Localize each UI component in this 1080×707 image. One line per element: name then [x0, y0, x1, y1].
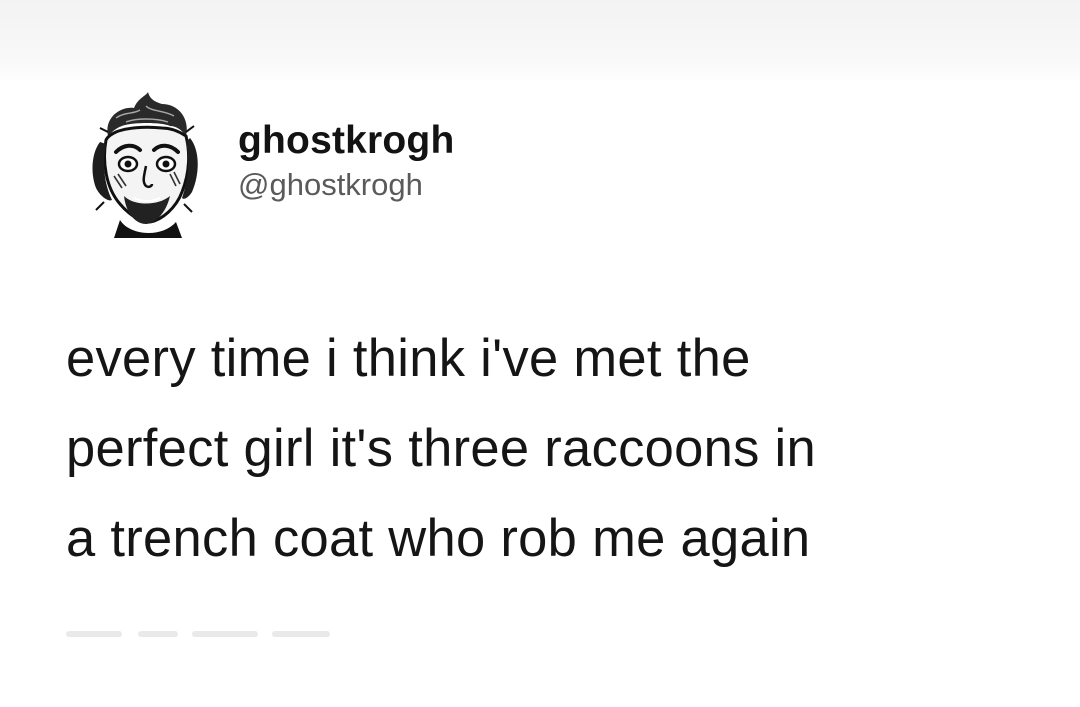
avatar-sketch-face-icon [92, 92, 198, 238]
author-handle[interactable]: @ghostkrogh [238, 166, 454, 204]
tweet-card: ghostkrogh @ghostkrogh every time i thin… [0, 0, 1080, 707]
tweet-text: every time i think i've met the perfect … [66, 314, 1056, 584]
author-display-name[interactable]: ghostkrogh [238, 118, 454, 164]
tweet-text-line: perfect girl it's three raccoons in [66, 419, 817, 478]
tweet-text-line: a trench coat who rob me again [66, 509, 811, 568]
tweet-text-line: every time i think i've met the [66, 329, 751, 388]
faded-footer-mark [66, 631, 330, 637]
avatar[interactable] [86, 92, 206, 242]
author-block: ghostkrogh @ghostkrogh [238, 118, 454, 204]
